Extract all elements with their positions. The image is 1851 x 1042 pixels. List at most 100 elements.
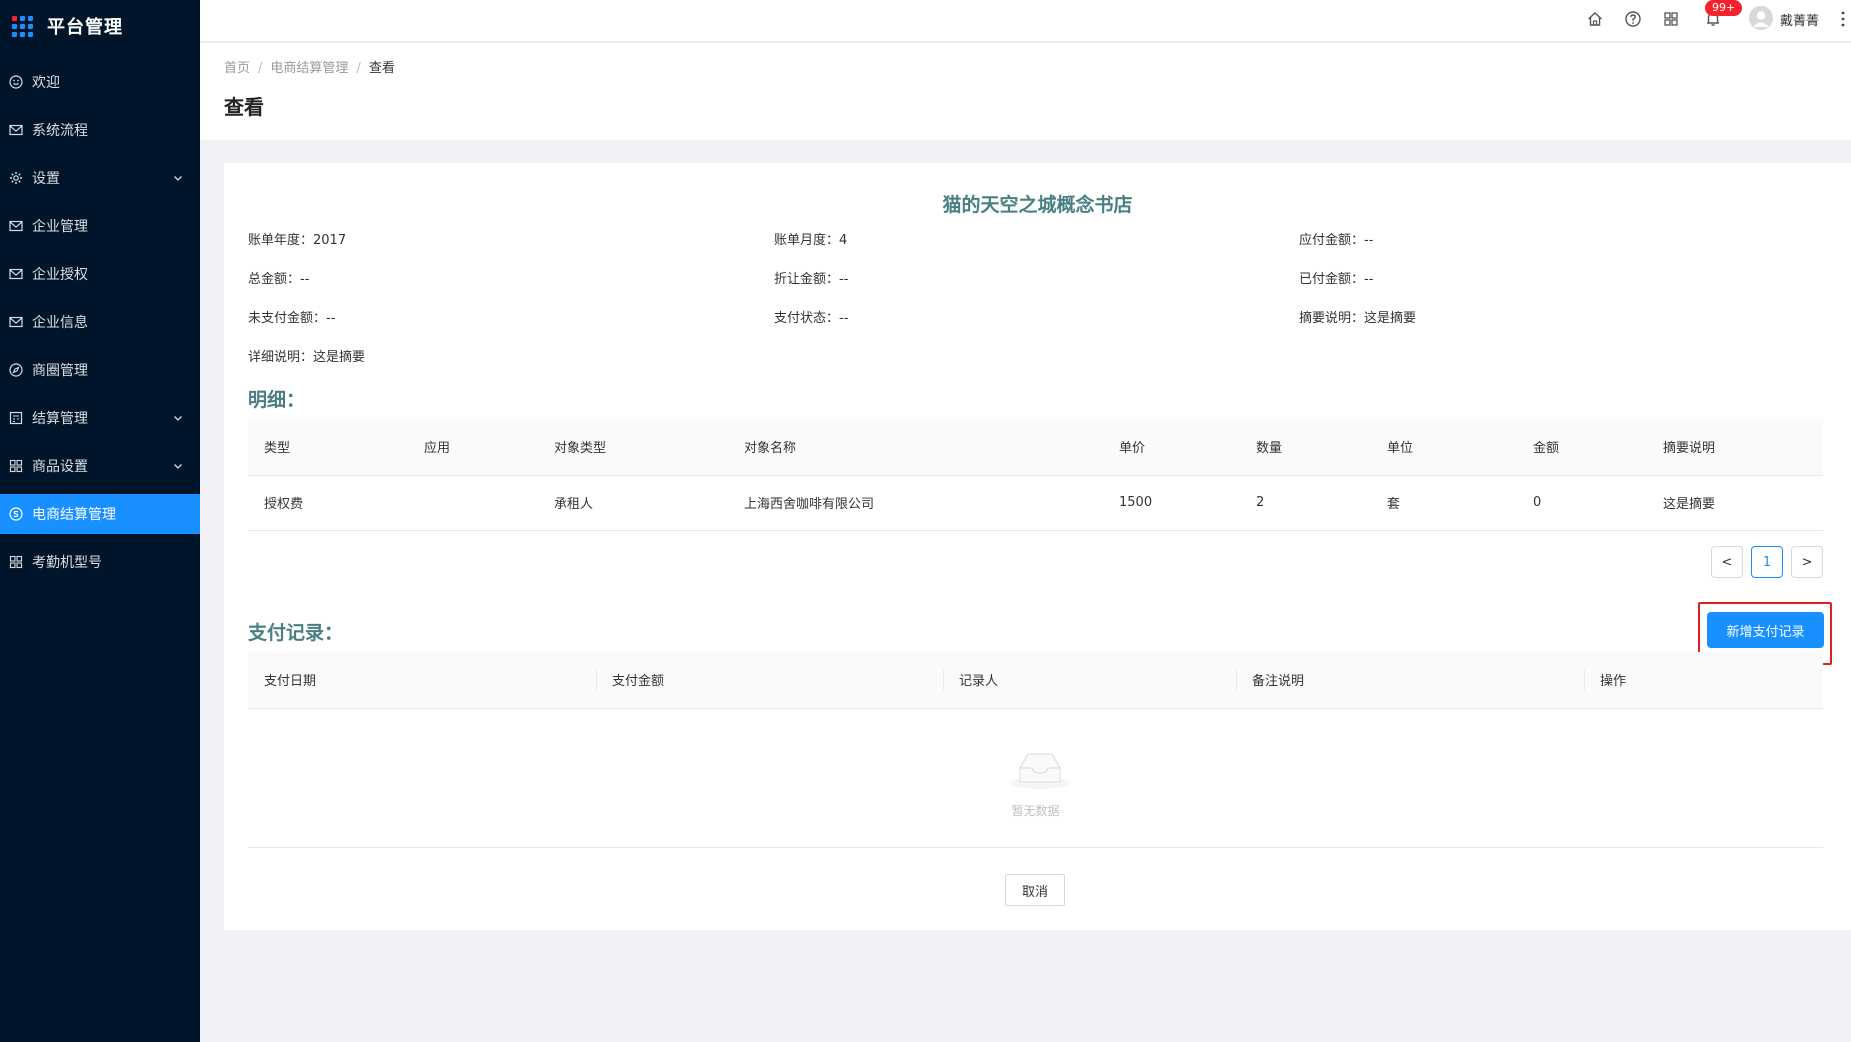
column-header: 单位 xyxy=(1371,419,1517,476)
sidebar-item-label: 欢迎 xyxy=(32,75,60,91)
empty-text: 暂无数据 xyxy=(1011,804,1060,818)
table-row: 授权费 承租人 上海西舍咖啡有限公司 1500 2 套 0 这是摘要 xyxy=(248,475,1823,531)
table-cell: 1500 xyxy=(1103,475,1240,531)
sidebar: 平台管理 欢迎 系统流程 设置 企业管理 企业授权 企业信息 商圈管理 结算管理… xyxy=(0,0,200,1042)
sidebar-item-label: 设置 xyxy=(32,171,60,187)
sidebar-item-label: 企业信息 xyxy=(32,315,88,331)
pay-status: 支付状态：-- xyxy=(774,311,849,326)
sidebar-item-enterprise-manage[interactable]: 企业管理 xyxy=(0,206,200,246)
table-cell: 2 xyxy=(1240,475,1371,531)
mail-icon xyxy=(9,315,23,329)
empty-inbox-icon xyxy=(1010,753,1070,789)
table-cell: 承租人 xyxy=(538,475,728,531)
mail-icon xyxy=(9,219,23,233)
pagination-prev-button[interactable]: < xyxy=(1711,546,1743,578)
sidebar-item-attendance-model[interactable]: 考勤机型号 xyxy=(0,542,200,582)
breadcrumb-separator: / xyxy=(356,61,361,76)
table-cell xyxy=(408,475,538,531)
compass-icon xyxy=(9,363,23,377)
column-header: 对象类型 xyxy=(538,419,728,476)
sidebar-item-settings[interactable]: 设置 xyxy=(0,158,200,198)
home-icon[interactable] xyxy=(1586,10,1604,28)
notification-badge: 99+ xyxy=(1705,0,1743,16)
payment-table: 支付日期 支付金额 记录人 备注说明 操作 xyxy=(248,652,1823,709)
table-cell: 授权费 xyxy=(248,475,408,531)
sidebar-item-enterprise-info[interactable]: 企业信息 xyxy=(0,302,200,342)
mail-icon xyxy=(9,123,23,137)
sidebar-item-settlement[interactable]: 结算管理 xyxy=(0,398,200,438)
table-header-row: 类型 应用 对象类型 对象名称 单价 数量 单位 金额 摘要说明 xyxy=(248,419,1823,476)
payment-section-title: 支付记录： xyxy=(248,622,344,644)
column-header-label: 备注说明 xyxy=(1252,674,1305,690)
dollar-icon xyxy=(9,507,23,521)
column-header: 类型 xyxy=(248,419,408,476)
more-vertical-icon[interactable] xyxy=(1840,9,1846,29)
table-cell: 上海西舍咖啡有限公司 xyxy=(728,475,1103,531)
sidebar-item-enterprise-auth[interactable]: 企业授权 xyxy=(0,254,200,294)
breadcrumb-current: 查看 xyxy=(368,61,395,76)
smile-icon xyxy=(9,75,23,89)
appstore-icon xyxy=(9,459,23,473)
pagination-page-1[interactable]: 1 xyxy=(1751,546,1783,578)
bill-month: 账单月度：4 xyxy=(774,233,848,248)
appstore-icon[interactable] xyxy=(1662,10,1680,28)
column-header: 数量 xyxy=(1240,419,1371,476)
add-payment-record-button[interactable]: 新增支付记录 xyxy=(1707,612,1824,648)
sidebar-item-goods-settings[interactable]: 商品设置 xyxy=(0,446,200,486)
column-divider xyxy=(943,670,944,690)
pagination-next-button[interactable]: > xyxy=(1791,546,1823,578)
mail-icon xyxy=(9,267,23,281)
column-header: 金额 xyxy=(1517,419,1647,476)
avatar[interactable] xyxy=(1749,6,1773,30)
sidebar-item-label: 电商结算管理 xyxy=(32,507,116,523)
column-header-label: 记录人 xyxy=(959,674,999,690)
gear-icon xyxy=(9,171,23,185)
column-header-label: 操作 xyxy=(1600,674,1627,690)
sidebar-item-label: 系统流程 xyxy=(32,123,88,139)
breadcrumb-separator: / xyxy=(258,61,263,76)
appstore-icon xyxy=(9,555,23,569)
logo[interactable]: 平台管理 xyxy=(0,0,200,52)
table-header-row: 支付日期 支付金额 记录人 备注说明 操作 xyxy=(248,652,1823,709)
column-header: 摘要说明 xyxy=(1647,419,1823,476)
sidebar-item-label: 企业管理 xyxy=(32,219,88,235)
page-title: 查看 xyxy=(224,95,264,119)
breadcrumb-parent[interactable]: 电商结算管理 xyxy=(270,61,348,76)
breadcrumb-home[interactable]: 首页 xyxy=(224,61,250,76)
sidebar-item-label: 商品设置 xyxy=(32,459,88,475)
sidebar-item-welcome[interactable]: 欢迎 xyxy=(0,62,200,102)
column-header: 支付金额 xyxy=(596,652,943,709)
table-cell: 套 xyxy=(1371,475,1517,531)
page-header: 首页 / 电商结算管理 / 查看 查看 xyxy=(200,43,1851,140)
sidebar-menu: 欢迎 系统流程 设置 企业管理 企业授权 企业信息 商圈管理 结算管理 商品设置… xyxy=(0,62,200,582)
column-header-label: 支付金额 xyxy=(612,674,665,690)
column-header: 单价 xyxy=(1103,419,1240,476)
cancel-button[interactable]: 取消 xyxy=(1005,874,1065,906)
question-icon[interactable] xyxy=(1624,10,1642,28)
sidebar-item-business-district[interactable]: 商圈管理 xyxy=(0,350,200,390)
column-header: 支付日期 xyxy=(248,652,596,709)
paid-amount: 已付金额：-- xyxy=(1299,272,1374,287)
calculator-icon xyxy=(9,411,23,425)
column-header: 对象名称 xyxy=(728,419,1103,476)
app-title: 平台管理 xyxy=(47,17,123,38)
chevron-down-icon xyxy=(174,464,182,469)
sidebar-item-system-flow[interactable]: 系统流程 xyxy=(0,110,200,150)
column-header: 备注说明 xyxy=(1236,652,1584,709)
chevron-down-icon xyxy=(174,176,182,181)
total-amount: 总金额：-- xyxy=(248,272,310,287)
chevron-down-icon xyxy=(174,416,182,421)
shop-name: 猫的天空之城概念书店 xyxy=(942,194,1133,216)
column-divider xyxy=(1584,670,1585,690)
detail-table: 类型 应用 对象类型 对象名称 单价 数量 单位 金额 摘要说明 授权费 承租人… xyxy=(248,419,1823,531)
sidebar-item-ecommerce-settlement[interactable]: 电商结算管理 xyxy=(0,494,200,534)
top-header: 99+ 戴菁菁 xyxy=(200,0,1851,42)
sidebar-item-label: 考勤机型号 xyxy=(32,555,102,571)
column-divider xyxy=(1236,670,1237,690)
detail-section-title: 明细： xyxy=(248,389,306,411)
table-cell: 这是摘要 xyxy=(1647,475,1823,531)
username[interactable]: 戴菁菁 xyxy=(1780,10,1819,29)
empty-state: 暂无数据 xyxy=(248,706,1823,848)
table-cell: 0 xyxy=(1517,475,1647,531)
column-header: 应用 xyxy=(408,419,538,476)
